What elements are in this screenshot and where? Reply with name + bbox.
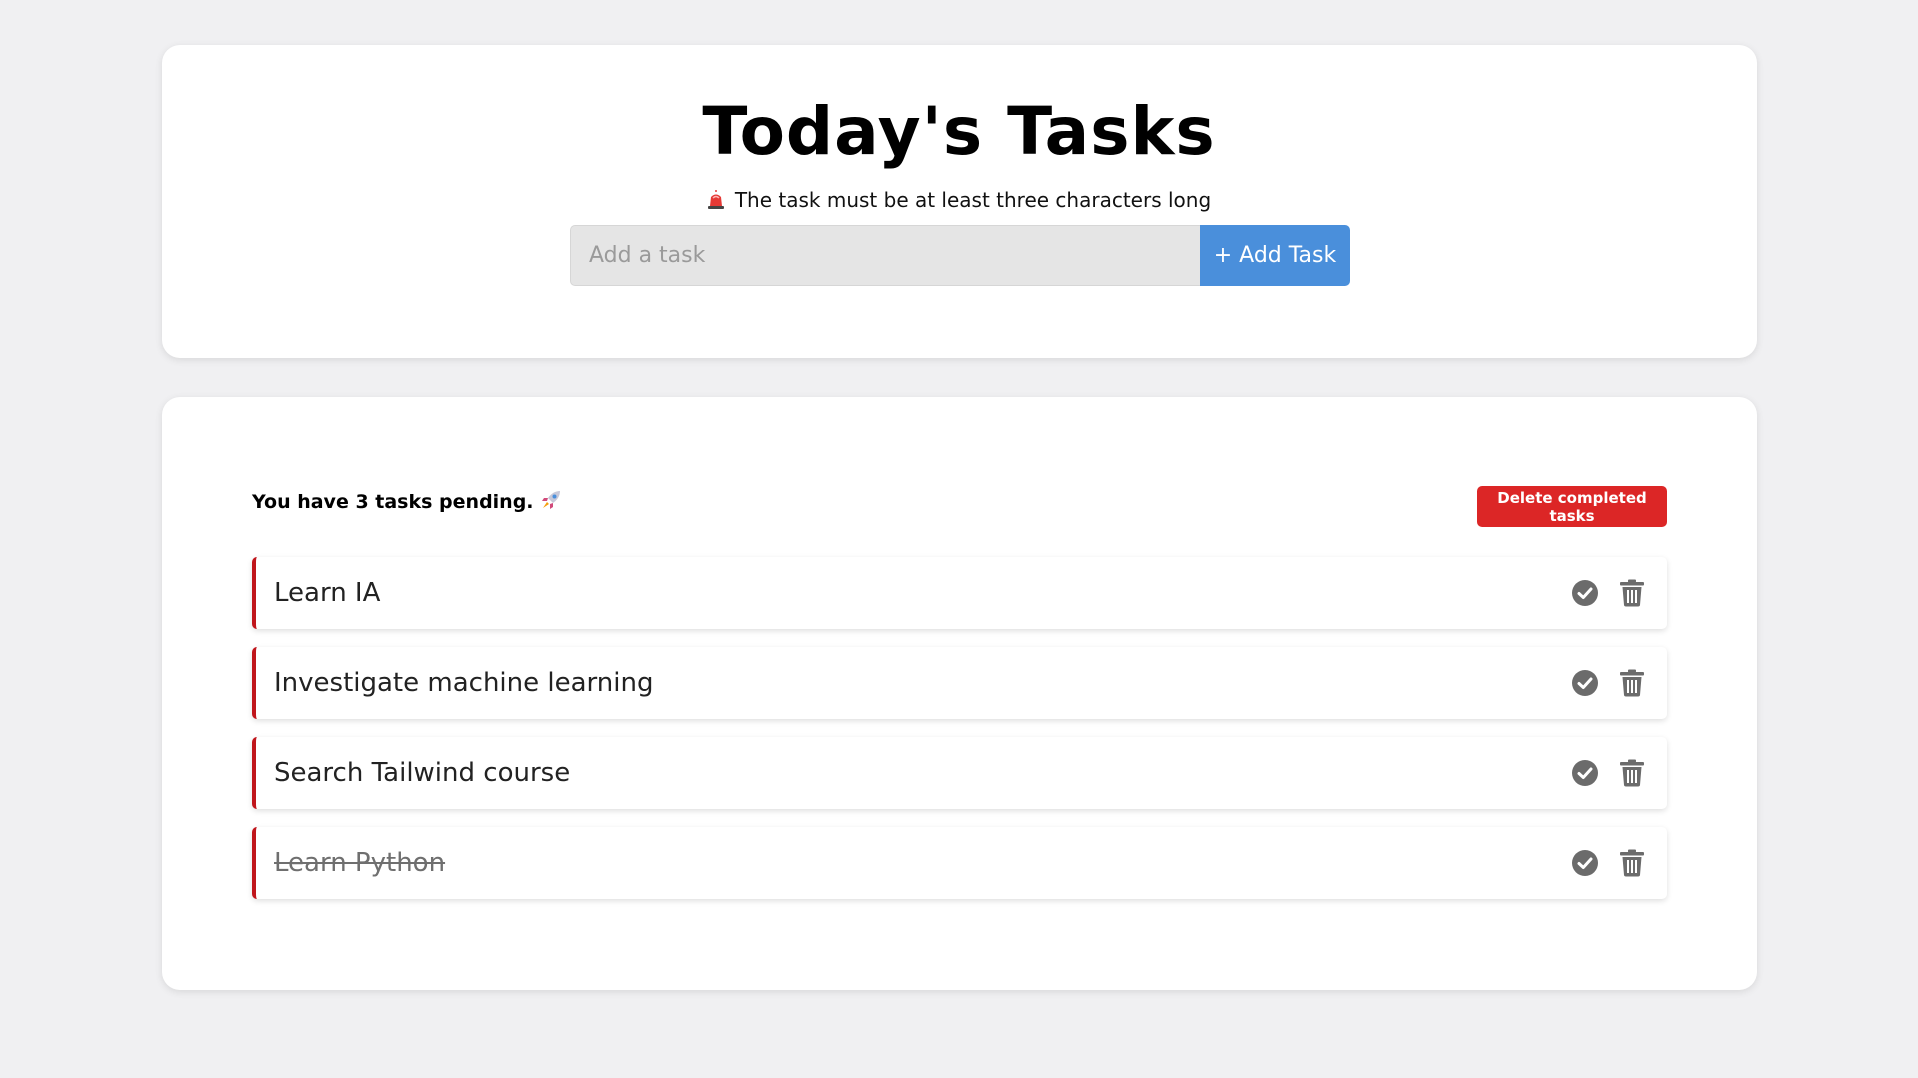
task-list: Learn IA Investigate machine learning Se… [252, 557, 1667, 917]
add-task-button[interactable]: + Add Task [1200, 225, 1350, 286]
check-circle-icon[interactable] [1571, 759, 1599, 787]
task-item-completed: Learn Python [252, 827, 1667, 899]
trash-icon[interactable] [1619, 759, 1645, 787]
task-label: Learn Python [274, 848, 446, 878]
validation-message: The task must be at least three characte… [0, 187, 1918, 213]
task-item: Search Tailwind course [252, 737, 1667, 809]
trash-icon[interactable] [1619, 579, 1645, 607]
check-circle-icon[interactable] [1571, 849, 1599, 877]
validation-text: The task must be at least three characte… [734, 188, 1212, 212]
add-task-form: + Add Task [570, 225, 1350, 286]
task-input[interactable] [570, 225, 1200, 286]
task-item: Investigate machine learning [252, 647, 1667, 719]
delete-completed-button[interactable]: Delete completed tasks [1477, 486, 1667, 527]
page-title: Today's Tasks [702, 93, 1216, 170]
trash-icon[interactable] [1619, 669, 1645, 697]
task-item: Learn IA [252, 557, 1667, 629]
trash-icon[interactable] [1619, 849, 1645, 877]
check-circle-icon[interactable] [1571, 669, 1599, 697]
pending-summary: You have 3 tasks pending. [252, 489, 562, 514]
siren-icon [707, 190, 724, 209]
check-circle-icon[interactable] [1571, 579, 1599, 607]
task-label: Investigate machine learning [274, 668, 654, 698]
rocket-icon [541, 491, 560, 509]
task-label: Learn IA [274, 578, 381, 608]
pending-text: You have 3 tasks pending. [252, 491, 534, 513]
task-label: Search Tailwind course [274, 758, 571, 788]
